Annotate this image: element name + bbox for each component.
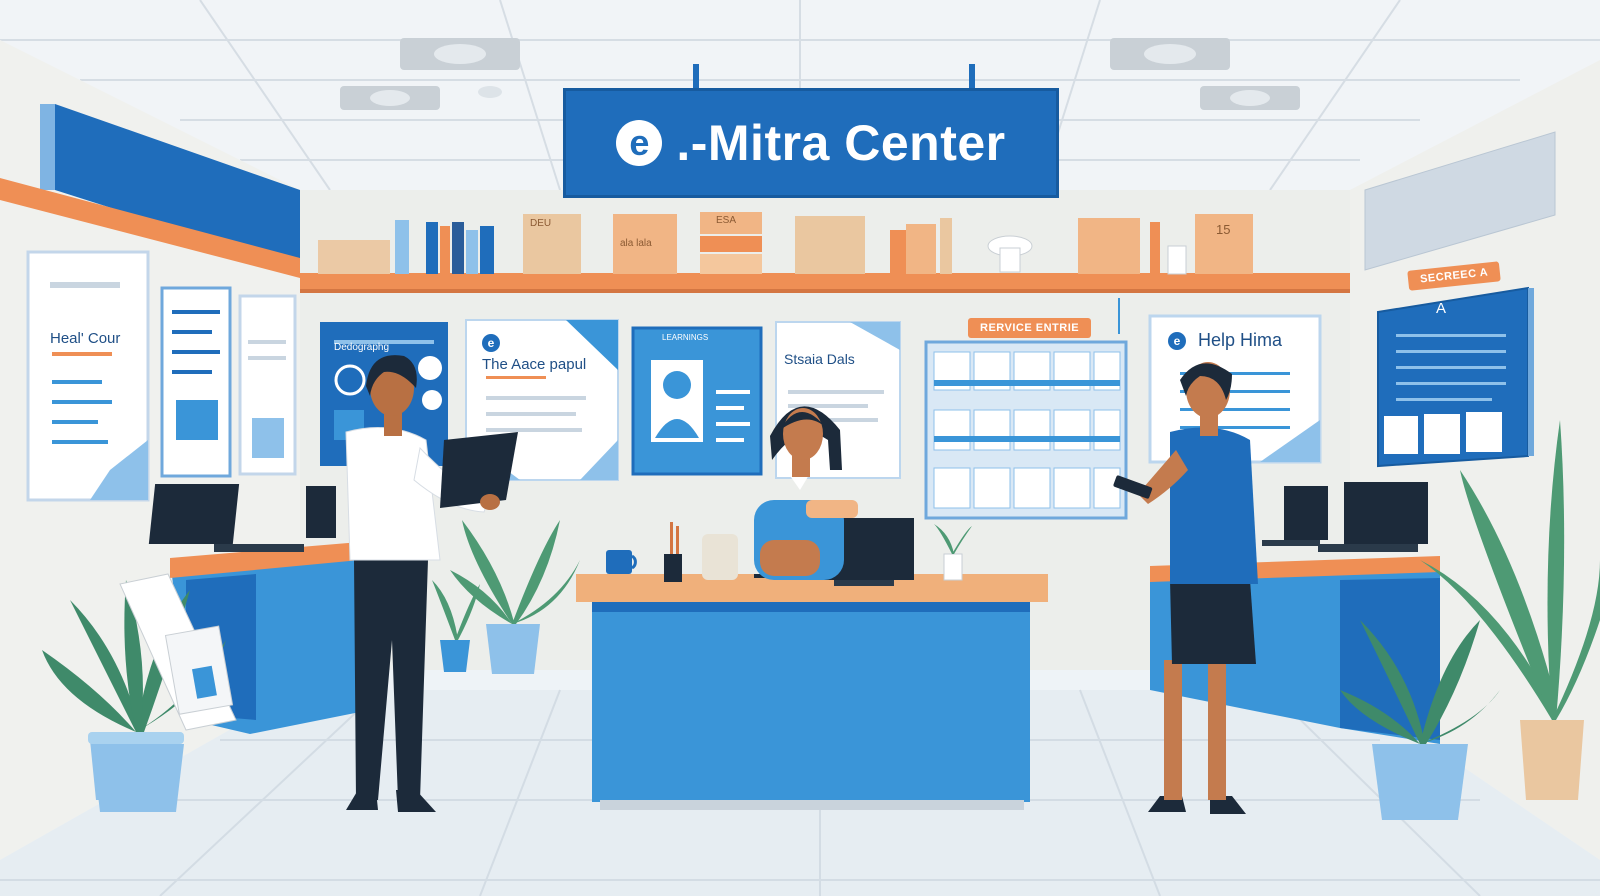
poster-center-4-title: Stsaia Dals: [784, 351, 855, 367]
poster-logo-icon: e: [482, 334, 500, 352]
service-entry-tag: RERVICE ENTRIE: [968, 318, 1092, 338]
sign-title: .-Mitra Center: [676, 115, 1006, 171]
sign-logo: e: [616, 120, 663, 166]
poster-center-3-title: LEARNINGS: [662, 333, 709, 342]
shelf-label-1: DEU: [530, 218, 552, 229]
wall-shelf: [300, 273, 1350, 291]
shelf-box-label-2: ala lala: [620, 238, 652, 249]
main-sign: e .-Mitra Center: [563, 88, 1059, 198]
help-poster-logo-icon: e: [1168, 332, 1186, 350]
reception-desk: [576, 574, 1048, 810]
poster-right-title: Help Hima: [1198, 330, 1283, 350]
poster-center-1-title: Dedographg: [334, 342, 390, 353]
shelf-label-2: ESA: [716, 215, 737, 226]
poster-left-title: Heal' Cour: [50, 330, 121, 347]
poster-right-2-title: A: [1436, 300, 1447, 317]
poster-center-2-title: The Aace papul: [482, 356, 587, 373]
service-center-scene: e .-Mitra Center DEU ala lala ESA 15 Hea…: [0, 0, 1600, 896]
shelf-label-3: 15: [1216, 222, 1231, 237]
